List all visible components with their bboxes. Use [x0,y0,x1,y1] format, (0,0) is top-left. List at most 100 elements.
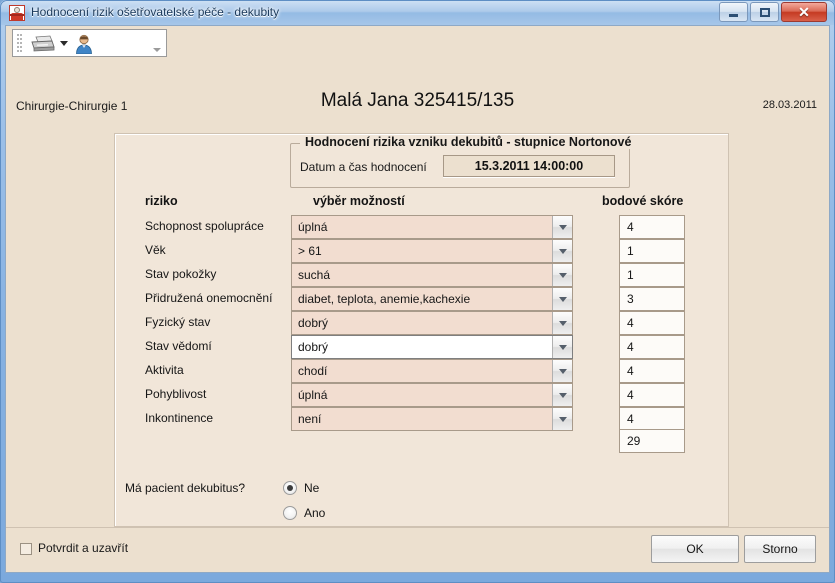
ok-button[interactable]: OK [651,535,739,563]
total-score-field: 29 [619,429,685,453]
risk-combobox[interactable]: chodí [291,359,573,383]
column-header-score: bodové skóre [602,194,684,208]
minimize-icon [720,3,747,21]
risk-score-field: 4 [619,215,685,239]
chevron-down-icon [558,297,567,302]
close-button[interactable]: ✕ [781,2,827,22]
risk-row: Stav pokožky suchá 1 [115,263,730,287]
chevron-down-icon[interactable] [60,41,68,46]
risk-label: Přidružená onemocnění [145,291,273,305]
groupbox-title: Hodnocení rizika vzniku dekubitů - stupn… [300,135,637,149]
radio-label-ano: Ano [304,506,326,520]
risk-combobox[interactable]: dobrý [291,311,573,335]
toolbar-overflow-icon[interactable] [153,48,161,52]
printer-icon[interactable] [30,35,56,53]
decubitus-question: Má pacient dekubitus? [125,481,246,495]
risk-row: Schopnost spolupráce úplná 4 [115,215,730,239]
combobox-dropdown-button[interactable] [552,288,572,310]
chevron-down-icon [558,345,567,350]
person-icon[interactable] [75,34,93,54]
chevron-down-icon [558,393,567,398]
risk-score-field: 4 [619,359,685,383]
radio-label-ne: Ne [304,481,320,495]
combobox-dropdown-button[interactable] [552,384,572,406]
risk-label: Inkontinence [145,411,214,425]
risk-row: Přidružená onemocnění diabet, teplota, an… [115,287,730,311]
datetime-field[interactable]: 15.3.2011 14:00:00 [443,155,615,177]
radio-icon-ano [283,506,297,520]
risk-combobox-value: diabet, teplota, anemie,kachexie [298,292,471,306]
risk-label: Schopnost spolupráce [145,219,264,233]
close-icon: ✕ [782,3,826,21]
cancel-button[interactable]: Storno [744,535,816,563]
risk-combobox-value: dobrý [298,340,329,354]
column-header-choice: výběr možností [313,194,405,208]
current-date: 28.03.2011 [762,99,817,111]
risk-row: Věk > 61 1 [115,239,730,263]
title-bar[interactable]: Hodnocení rizik ošetřovatelské péče - de… [0,0,835,25]
confirm-checkbox-label[interactable]: Potvrdit a uzavřít [38,540,128,556]
risk-label: Fyzický stav [145,315,211,329]
risk-row: Aktivita chodí 4 [115,359,730,383]
risk-score-field: 1 [619,263,685,287]
risk-label: Aktivita [145,363,184,377]
combobox-dropdown-button[interactable] [552,408,572,430]
risk-combobox-value: úplná [298,388,328,402]
combobox-dropdown-button[interactable] [552,264,572,286]
datetime-label: Datum a čas hodnocení [300,160,427,174]
risk-combobox[interactable]: suchá [291,263,573,287]
risk-row: Stav vědomí dobrý 4 [115,335,730,359]
chevron-down-icon [558,321,567,326]
risk-combobox[interactable]: úplná [291,383,573,407]
combobox-dropdown-button[interactable] [552,360,572,382]
risk-combobox-value: > 61 [298,244,322,258]
risk-combobox[interactable]: není [291,407,573,431]
risk-score-field: 1 [619,239,685,263]
risk-combobox[interactable]: diabet, teplota, anemie,kachexie [291,287,573,311]
risk-score-field: 4 [619,335,685,359]
chevron-down-icon [558,249,567,254]
combobox-dropdown-button[interactable] [552,240,572,262]
norton-scale-groupbox: Hodnocení rizika vzniku dekubitů - stupn… [290,135,637,188]
maximize-button[interactable] [750,2,779,22]
risk-combobox-value: chodí [298,364,328,378]
dialog-footer: Potvrdit a uzavřít OK Storno [6,527,829,572]
chevron-down-icon [558,273,567,278]
risk-combobox[interactable]: úplná [291,215,573,239]
risk-row: Fyzický stav dobrý 4 [115,311,730,335]
patient-name: Malá Jana 325415/135 [320,90,515,111]
toolbar-strip [6,26,829,60]
risk-label: Věk [145,243,166,257]
risk-score-field: 3 [619,287,685,311]
risk-label: Stav pokožky [145,267,217,281]
risk-combobox-value: suchá [298,268,331,282]
chevron-down-icon [558,417,567,422]
risk-score-field: 4 [619,311,685,335]
risk-row: Inkontinence není 4 [115,407,730,431]
risk-row: Pohyblivost úplná 4 [115,383,730,407]
combobox-dropdown-button[interactable] [552,312,572,334]
chevron-down-icon [558,225,567,230]
risk-combobox[interactable]: > 61 [291,239,573,263]
risk-label: Pohyblivost [145,387,207,401]
application-window: Hodnocení rizik ošetřovatelské péče - de… [0,0,835,583]
toolbar[interactable] [12,29,167,57]
risk-combobox-value: není [298,412,322,426]
risk-score-field: 4 [619,383,685,407]
risk-score-field: 4 [619,407,685,431]
combobox-dropdown-button[interactable] [552,216,572,238]
window-title: Hodnocení rizik ošetřovatelské péče - de… [31,5,280,19]
column-header-risk: riziko [145,194,178,208]
radio-icon-ne [283,481,297,495]
drag-grip[interactable] [17,34,22,53]
risk-combobox[interactable]: dobrý [291,335,573,359]
maximize-icon [751,3,778,21]
nurse-app-icon [9,5,25,21]
client-area: Chirurgie-Chirurgie 1 Malá Jana 325415/1… [5,25,830,573]
close-glyph: ✕ [798,4,810,20]
risk-label: Stav vědomí [145,339,212,353]
confirm-checkbox[interactable] [20,543,32,555]
combobox-dropdown-button[interactable] [552,336,572,358]
chevron-down-icon [558,369,567,374]
minimize-button[interactable] [719,2,748,22]
